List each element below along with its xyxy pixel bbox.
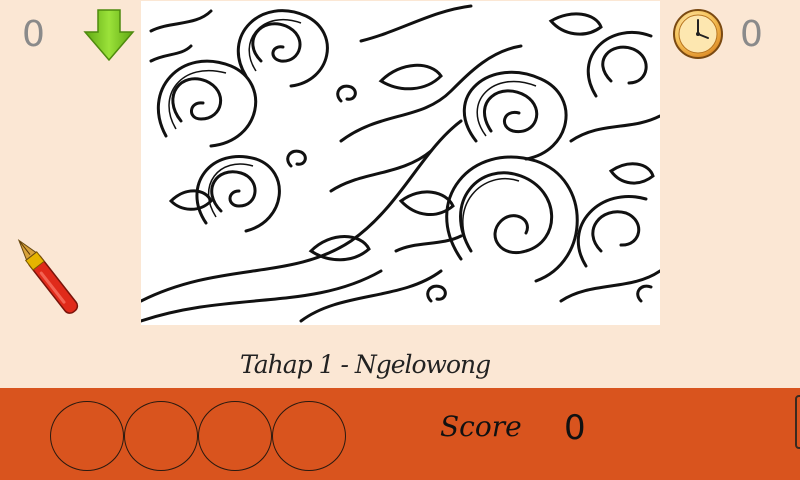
color-slot-2[interactable] (124, 401, 198, 471)
clock-icon (673, 9, 723, 59)
pen-icon[interactable] (8, 228, 88, 324)
color-slot-4[interactable] (272, 401, 346, 471)
color-slot-3[interactable] (198, 401, 272, 471)
color-slot-1[interactable] (50, 401, 124, 471)
score-value: 0 (564, 408, 586, 448)
stage-title: Tahap 1 - Ngelowong (240, 350, 491, 379)
right-counter: 0 (740, 14, 763, 55)
batik-pattern (141, 4, 660, 323)
side-tab[interactable] (795, 395, 800, 449)
left-counter: 0 (22, 14, 45, 55)
bottom-bar: Score 0 (0, 388, 800, 480)
down-arrow-icon[interactable] (82, 8, 136, 62)
score-label: Score (440, 410, 522, 443)
drawing-canvas[interactable] (141, 1, 660, 325)
